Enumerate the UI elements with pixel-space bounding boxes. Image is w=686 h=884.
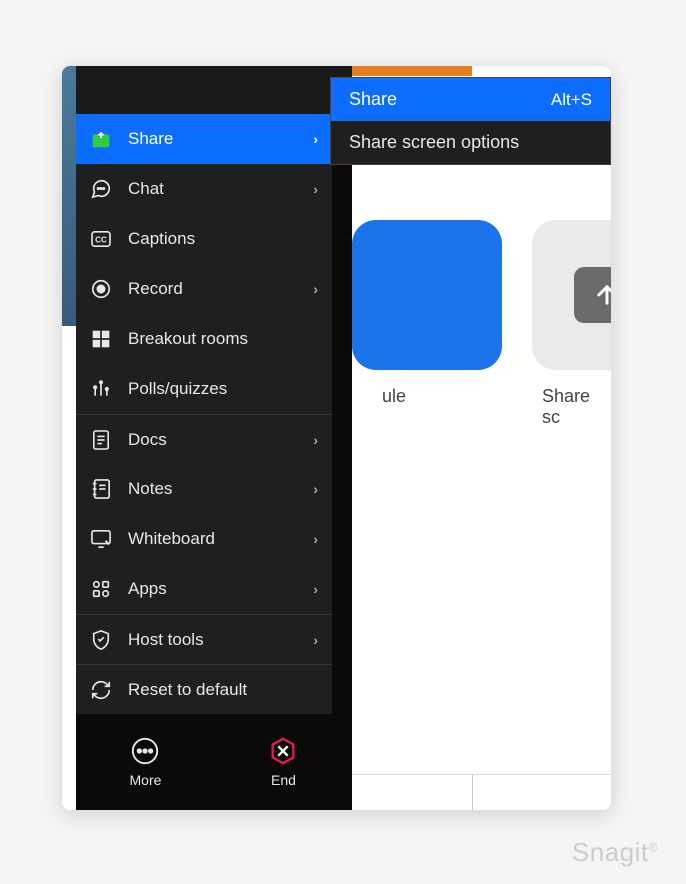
apps-icon — [90, 578, 112, 600]
docs-icon — [90, 429, 112, 451]
chevron-right-icon: › — [313, 432, 318, 448]
meeting-toolbar: More End — [76, 714, 352, 810]
menu-label: Share — [128, 129, 313, 149]
menu-item-record[interactable]: Record › — [76, 264, 332, 314]
menu-item-chat[interactable]: Chat › — [76, 164, 332, 214]
end-button[interactable]: End — [268, 736, 298, 788]
menu-label: Captions — [128, 229, 318, 249]
menu-label: Reset to default — [128, 680, 318, 700]
keyboard-shortcut: Alt+S — [551, 90, 592, 110]
share-screen-label-partial: Share sc — [542, 386, 611, 428]
breakout-rooms-icon — [90, 328, 112, 350]
chevron-right-icon: › — [313, 632, 318, 648]
share-icon — [90, 128, 112, 150]
menu-item-notes[interactable]: Notes › — [76, 464, 332, 514]
menu-item-whiteboard[interactable]: Whiteboard › — [76, 514, 332, 564]
snagit-watermark: Snagit® — [572, 837, 658, 868]
screenshot-frame: ule Share sc Share › Chat › — [62, 66, 611, 810]
menu-item-captions[interactable]: CC Captions — [76, 214, 332, 264]
captions-icon: CC — [90, 228, 112, 250]
menu-label: Notes — [128, 479, 313, 499]
schedule-tile[interactable] — [352, 220, 502, 370]
menu-item-apps[interactable]: Apps › — [76, 564, 332, 614]
menu-label: Breakout rooms — [128, 329, 318, 349]
menu-item-docs[interactable]: Docs › — [76, 414, 332, 464]
notes-icon — [90, 478, 112, 500]
share-screen-tile[interactable] — [532, 220, 611, 370]
end-icon — [268, 736, 298, 766]
polls-icon — [90, 378, 112, 400]
chevron-right-icon: › — [313, 181, 318, 197]
menu-item-host-tools[interactable]: Host tools › — [76, 614, 332, 664]
submenu-label: Share — [349, 89, 397, 110]
bottom-bar — [352, 774, 611, 810]
end-label: End — [271, 772, 296, 788]
menu-item-polls[interactable]: Polls/quizzes — [76, 364, 332, 414]
menu-item-share[interactable]: Share › — [76, 114, 332, 164]
record-icon — [90, 278, 112, 300]
submenu-item-share[interactable]: Share Alt+S — [331, 78, 610, 121]
bottom-bar-divider — [472, 774, 473, 810]
chevron-right-icon: › — [313, 581, 318, 597]
chat-icon — [90, 178, 112, 200]
menu-label: Docs — [128, 430, 313, 450]
dark-top-strip — [76, 66, 352, 114]
share-submenu: Share Alt+S Share screen options — [330, 77, 611, 165]
chevron-right-icon: › — [313, 531, 318, 547]
menu-label: Apps — [128, 579, 313, 599]
menu-item-breakout-rooms[interactable]: Breakout rooms — [76, 314, 332, 364]
dark-right-strip — [332, 114, 352, 764]
menu-label: Polls/quizzes — [128, 379, 318, 399]
shield-icon — [90, 629, 112, 651]
more-icon — [130, 736, 160, 766]
chevron-right-icon: › — [313, 131, 318, 147]
orange-accent — [352, 66, 472, 76]
video-edge — [62, 66, 76, 326]
more-label: More — [130, 772, 162, 788]
upload-icon — [574, 267, 611, 323]
menu-label: Host tools — [128, 630, 313, 650]
chevron-right-icon: › — [313, 281, 318, 297]
submenu-label: Share screen options — [349, 132, 519, 153]
more-menu: Share › Chat › CC Captions — [76, 114, 332, 714]
menu-label: Record — [128, 279, 313, 299]
more-button[interactable]: More — [130, 736, 162, 788]
schedule-label-partial: ule — [382, 386, 406, 407]
menu-label: Chat — [128, 179, 313, 199]
svg-text:CC: CC — [95, 236, 107, 245]
menu-label: Whiteboard — [128, 529, 313, 549]
whiteboard-icon — [90, 528, 112, 550]
reset-icon — [90, 679, 112, 701]
chevron-right-icon: › — [313, 481, 318, 497]
submenu-item-share-options[interactable]: Share screen options — [331, 121, 610, 164]
menu-item-reset[interactable]: Reset to default — [76, 664, 332, 714]
